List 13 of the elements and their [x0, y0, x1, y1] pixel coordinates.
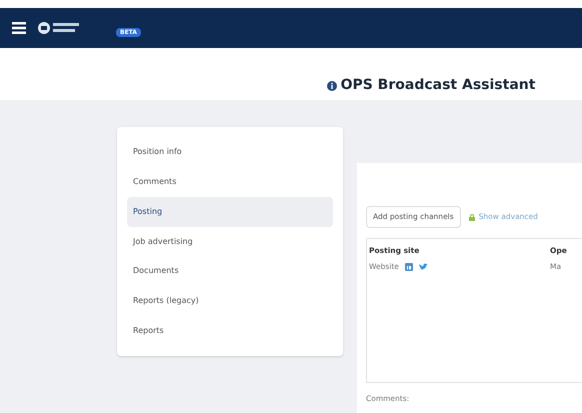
sidebar-item[interactable]: Documents	[127, 256, 333, 286]
sidebar-item[interactable]: Job advertising	[127, 226, 333, 256]
sidebar-item[interactable]: Comments	[127, 166, 333, 197]
sidebar-item[interactable]: Posting	[127, 196, 333, 227]
page-title: OPS Broadcast Assistant	[340, 76, 536, 95]
menu-icon[interactable]	[12, 22, 26, 34]
info-icon	[326, 80, 337, 90]
bird-icon[interactable]	[418, 262, 428, 271]
sidebar-item[interactable]: Reports	[127, 316, 333, 346]
logo-drawing[interactable]	[38, 21, 80, 35]
sidebar-item[interactable]: Reports (legacy)	[127, 286, 333, 316]
sidebar-item[interactable]: Position info	[127, 137, 333, 167]
lock-icon	[468, 214, 475, 220]
